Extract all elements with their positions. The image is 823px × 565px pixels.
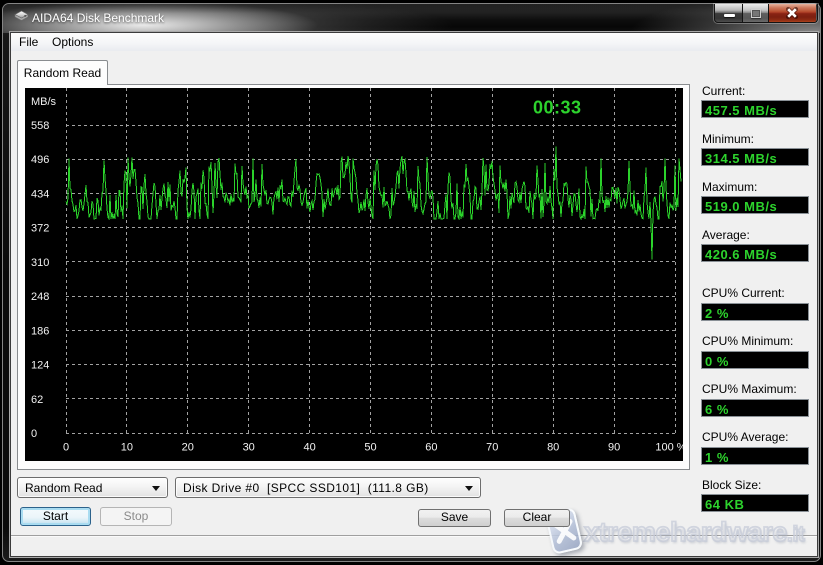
svg-text:30: 30 [243,442,255,454]
svg-text:0: 0 [31,428,37,440]
svg-text:248: 248 [31,291,49,303]
svg-text:62: 62 [31,394,43,406]
svg-text:40: 40 [303,442,315,454]
svg-text:50: 50 [364,442,376,454]
svg-text:124: 124 [31,360,49,372]
svg-text:496: 496 [31,154,49,166]
svg-text:60: 60 [425,442,437,454]
svg-text:434: 434 [31,188,49,200]
svg-text:186: 186 [31,325,49,337]
svg-text:90: 90 [608,442,620,454]
svg-text:70: 70 [486,442,498,454]
svg-text:20: 20 [182,442,194,454]
svg-text:10: 10 [121,442,133,454]
svg-text:80: 80 [547,442,559,454]
svg-text:310: 310 [31,257,49,269]
svg-text:372: 372 [31,223,49,235]
svg-text:0: 0 [63,442,69,454]
svg-text:00:33: 00:33 [533,98,582,118]
svg-text:100 %: 100 % [655,442,683,454]
svg-text:558: 558 [31,120,49,132]
svg-text:MB/s: MB/s [31,96,57,108]
